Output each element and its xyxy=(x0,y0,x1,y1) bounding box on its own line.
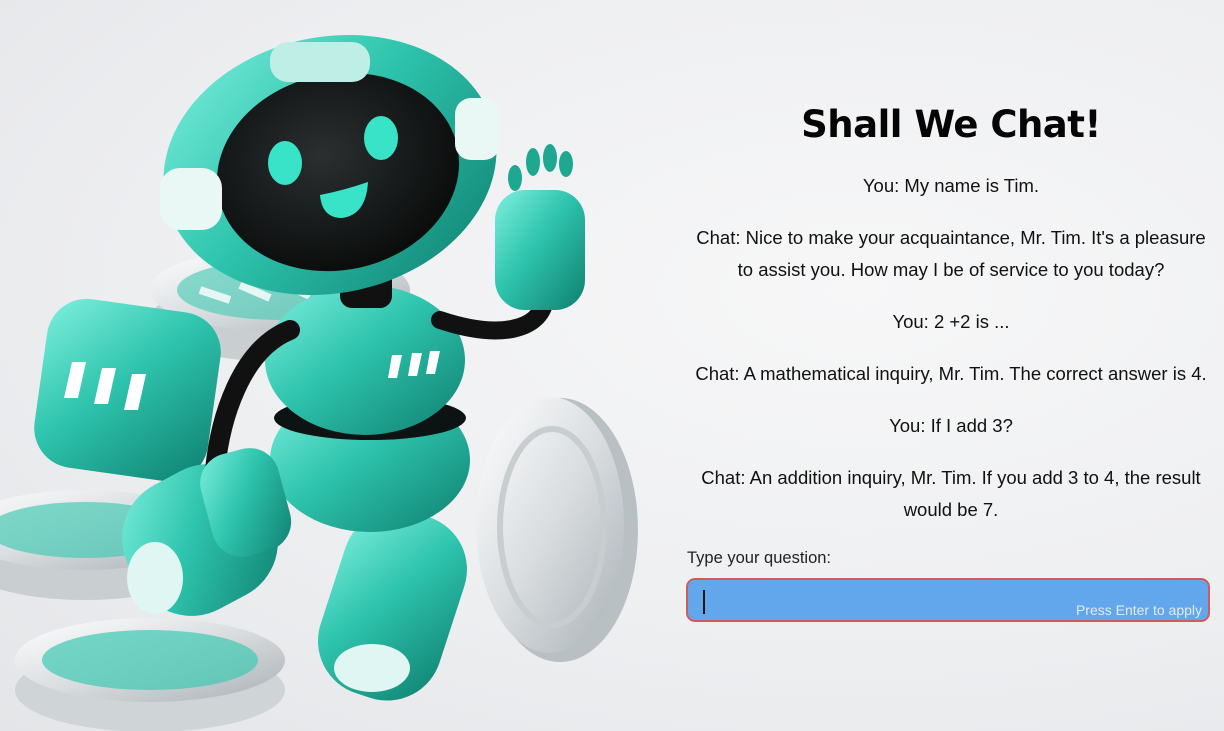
page-title: Shall We Chat! xyxy=(801,103,1101,146)
chat-log: You: My name is Tim. Chat: Nice to make … xyxy=(686,170,1216,526)
robot-illustration xyxy=(0,0,660,731)
upright-coin-icon xyxy=(476,397,638,662)
chat-panel: Shall We Chat! You: My name is Tim. Chat… xyxy=(686,96,1216,622)
robot-body-icon xyxy=(265,268,470,532)
chat-message: Chat: Nice to make your acquaintance, Mr… xyxy=(696,227,1206,280)
chat-message: You: 2 +2 is ... xyxy=(892,311,1010,332)
enter-hint: Press Enter to apply xyxy=(1075,602,1202,618)
chat-message: You: If I add 3? xyxy=(889,415,1013,436)
question-label: Type your question: xyxy=(687,549,832,567)
question-input-box[interactable]: Press Enter to apply xyxy=(686,578,1210,622)
chat-message: Chat: An addition inquiry, Mr. Tim. If y… xyxy=(701,467,1201,520)
badge-icon xyxy=(34,298,221,482)
chat-message: You: My name is Tim. xyxy=(862,175,1040,196)
chat-message: Chat: A mathematical inquiry, Mr. Tim. T… xyxy=(695,363,1207,384)
text-caret xyxy=(703,590,705,614)
